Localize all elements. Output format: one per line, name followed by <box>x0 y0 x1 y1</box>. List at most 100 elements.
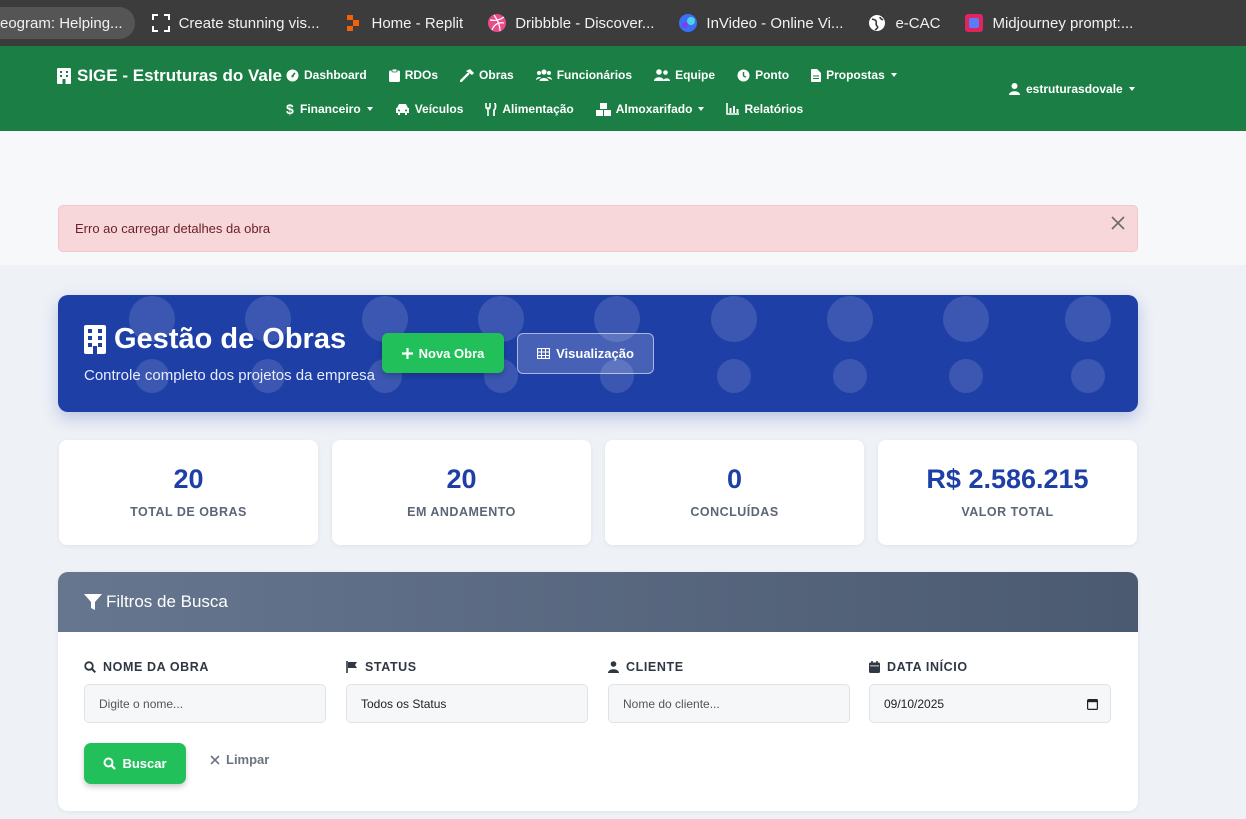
nav-alimentacao[interactable]: Alimentação <box>485 99 574 119</box>
label-text: DATA INÍCIO <box>887 660 968 674</box>
bookmark-invideo[interactable]: InVideo - Online Vi... <box>666 7 855 39</box>
nome-obra-field[interactable] <box>84 684 326 723</box>
data-inicio-field[interactable]: 09/10/2025 <box>869 684 1111 723</box>
button-label: Visualização <box>556 346 634 361</box>
stat-card-andamento: 20 EM ANDAMENTO <box>332 440 591 545</box>
status-select[interactable]: Todos os Status <box>346 684 588 723</box>
cliente-input[interactable] <box>623 696 849 711</box>
bookmark-label: Home - Replit <box>371 14 464 32</box>
nav-equipe[interactable]: Equipe <box>654 65 715 85</box>
user-menu[interactable]: estruturasdovale <box>1009 82 1135 96</box>
nav-rdos[interactable]: RDOs <box>388 65 439 85</box>
frame-icon <box>151 13 171 33</box>
stat-card-concluidas: 0 CONCLUÍDAS <box>605 440 864 545</box>
chart-icon <box>726 103 740 115</box>
nav-ponto[interactable]: Ponto <box>737 65 789 85</box>
clear-button[interactable]: Limpar <box>210 752 269 767</box>
filters-header: Filtros de Busca <box>58 572 1138 632</box>
team-icon <box>654 69 671 81</box>
bookmarks-bar: eogram: Helping... Create stunning vis..… <box>0 0 1246 46</box>
stat-value: 0 <box>726 464 743 494</box>
label-cliente: CLIENTE <box>608 660 684 674</box>
car-icon <box>395 104 409 115</box>
button-label: Buscar <box>122 756 167 771</box>
bookmark-replit[interactable]: Home - Replit <box>331 7 475 39</box>
clipboard-icon <box>388 68 400 82</box>
stat-value: 20 <box>173 464 204 494</box>
clock-icon <box>737 69 750 81</box>
replit-icon <box>343 13 363 33</box>
nav-label: Relatórios <box>744 102 804 116</box>
nav-label: Ponto <box>755 68 790 82</box>
label-text: STATUS <box>365 660 417 674</box>
bookmark-telegram[interactable]: eogram: Helping... <box>0 7 135 39</box>
nav-label: Funcionários <box>556 68 633 82</box>
table-icon <box>537 348 551 359</box>
stat-card-valor: R$ 2.586.215 VALOR TOTAL <box>878 440 1137 545</box>
nome-obra-input[interactable] <box>99 696 325 711</box>
chevron-down-icon <box>890 73 897 77</box>
nav-veiculos[interactable]: Veículos <box>395 99 463 119</box>
label-status: STATUS <box>346 660 417 674</box>
stat-label: CONCLUÍDAS <box>690 505 779 519</box>
flag-icon <box>346 661 357 673</box>
midjourney-icon <box>964 13 984 33</box>
nav-dashboard[interactable]: Dashboard <box>286 65 367 85</box>
new-obra-button[interactable]: Nova Obra <box>382 333 504 373</box>
file-icon <box>811 68 822 82</box>
users-icon <box>535 69 552 81</box>
nav-obras[interactable]: Obras <box>460 65 514 85</box>
dribbble-icon <box>487 13 507 33</box>
globe-icon <box>867 13 887 33</box>
nav-label: Equipe <box>675 68 716 82</box>
close-icon <box>210 754 220 765</box>
bookmark-create-stunning[interactable]: Create stunning vis... <box>139 7 332 39</box>
nav-financeiro[interactable]: $ Financeiro <box>286 99 373 119</box>
search-button[interactable]: Buscar <box>84 743 186 784</box>
nav-row-secondary: $ Financeiro Veículos Alimentação Almoxa… <box>286 99 825 119</box>
svg-text:$: $ <box>286 102 294 116</box>
calendar-picker-icon[interactable] <box>1087 698 1098 710</box>
invideo-icon <box>678 13 698 33</box>
bookmark-label: Dribbble - Discover... <box>515 14 655 32</box>
page-title-text: Gestão de Obras <box>114 323 347 355</box>
nav-label: RDOs <box>404 68 439 82</box>
bookmark-label: InVideo - Online Vi... <box>706 14 844 32</box>
boxes-icon <box>595 102 611 116</box>
nav-label: Dashboard <box>304 68 367 82</box>
main-navbar: SIGE - Estruturas do Vale Dashboard RDOs… <box>0 46 1246 131</box>
gauge-icon <box>286 69 299 81</box>
nav-almoxarifado[interactable]: Almoxarifado <box>595 99 705 119</box>
error-alert: Erro ao carregar detalhes da obra <box>58 205 1138 252</box>
bookmark-label: Create stunning vis... <box>178 14 320 32</box>
label-data-inicio: DATA INÍCIO <box>869 660 968 674</box>
filters-title: Filtros de Busca <box>106 592 228 611</box>
stat-value: 20 <box>446 464 477 494</box>
filters-panel: Filtros de Busca NOME DA OBRA STATUS Tod… <box>58 572 1138 811</box>
bookmark-midjourney[interactable]: Midjourney prompt:... <box>952 7 1145 39</box>
building-icon <box>84 325 106 354</box>
label-text: NOME DA OBRA <box>103 660 210 674</box>
bookmark-label: eogram: Helping... <box>0 14 123 32</box>
nav-funcionarios[interactable]: Funcionários <box>535 65 633 85</box>
view-toggle-button[interactable]: Visualização <box>517 333 654 374</box>
bookmark-label: Midjourney prompt:... <box>992 14 1134 32</box>
stat-label: EM ANDAMENTO <box>407 505 516 519</box>
button-label: Limpar <box>226 752 270 767</box>
username: estruturasdovale <box>1026 82 1123 96</box>
cliente-field[interactable] <box>608 684 850 723</box>
hammer-icon <box>460 68 475 82</box>
page-title: Gestão de Obras <box>84 323 346 356</box>
close-icon[interactable] <box>1107 212 1129 234</box>
brand-link[interactable]: SIGE - Estruturas do Vale <box>57 66 282 86</box>
nav-propostas[interactable]: Propostas <box>811 65 897 85</box>
bookmark-ecac[interactable]: e-CAC <box>855 7 952 39</box>
nav-label: Alimentação <box>502 102 574 116</box>
status-selected-value: Todos os Status <box>361 696 447 711</box>
filter-icon <box>84 593 102 610</box>
bookmark-dribbble[interactable]: Dribbble - Discover... <box>475 7 666 39</box>
nav-relatorios[interactable]: Relatórios <box>726 99 803 119</box>
chevron-down-icon <box>698 107 705 111</box>
user-icon <box>1009 83 1020 95</box>
nav-row-primary: Dashboard RDOs Obras Funcionários Equipe… <box>286 65 919 85</box>
